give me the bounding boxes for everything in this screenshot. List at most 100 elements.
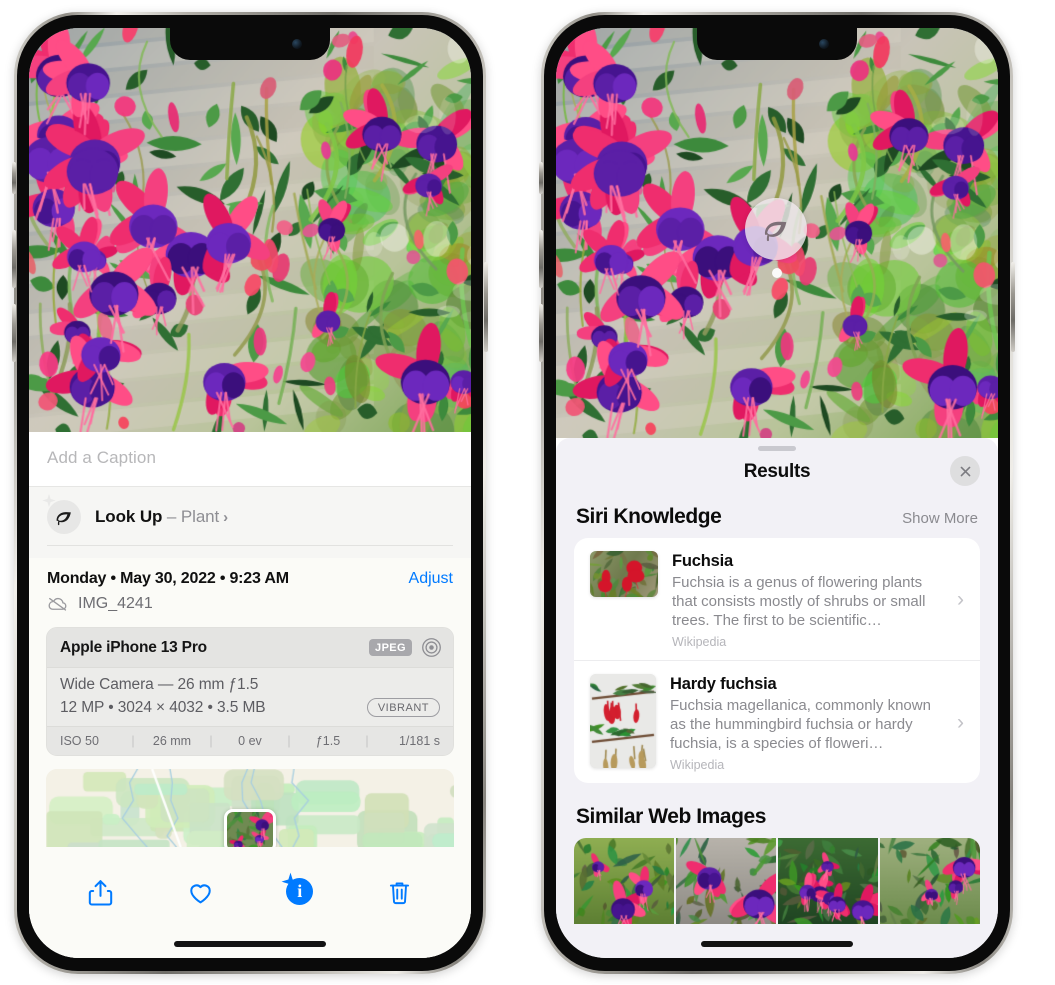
phone-bezel-left: Add a Caption Look Up – Plant › Monday •… (17, 15, 483, 971)
section-title-siri-knowledge: Siri Knowledge (576, 505, 722, 528)
knowledge-item-source: Wikipedia (670, 758, 725, 773)
leaf-icon (42, 493, 81, 534)
adjust-button[interactable]: Adjust (409, 570, 453, 588)
screen-right: Results Siri Knowledge Show More Fuchsia… (556, 28, 998, 958)
knowledge-item-title: Hardy fuchsia (670, 675, 777, 694)
knowledge-item-description: Fuchsia is a genus of flowering plants t… (672, 574, 926, 630)
similar-web-images-grid[interactable] (574, 838, 980, 925)
screenshot-root: Add a Caption Look Up – Plant › Monday •… (0, 0, 1055, 985)
siri-knowledge-card: Fuchsia Fuchsia is a genus of flowering … (574, 538, 980, 784)
results-header: Results (556, 451, 998, 486)
photographic-style-badge: VIBRANT (366, 698, 440, 717)
exif-device-name: Apple iPhone 13 Pro (60, 638, 207, 656)
photo-filename: IMG_4241 (78, 595, 153, 612)
look-up-title: Look Up (95, 507, 163, 526)
web-image-3[interactable] (778, 838, 878, 925)
notch-right (697, 28, 857, 60)
knowledge-item-fuchsia[interactable]: Fuchsia Fuchsia is a genus of flowering … (574, 538, 980, 660)
exif-body: Wide Camera — 26 mm ƒ1.5 12 MP • 3024 × … (47, 668, 453, 726)
notch-left (170, 28, 330, 60)
results-title: Results (743, 461, 811, 482)
siri-knowledge-header: Siri Knowledge Show More (556, 483, 998, 538)
sparkle-icon (281, 872, 300, 891)
exif-exposure-value: 0 ev (238, 734, 262, 748)
fuchsia-red-flowers-thumb (590, 551, 658, 597)
close-button[interactable] (950, 456, 980, 486)
exif-iso: ISO 50 (60, 734, 99, 748)
exif-settings-row: ISO 50 | 26 mm | 0 ev | ƒ1.5 | 1/181 s (47, 726, 453, 755)
show-more-button[interactable]: Show More (902, 510, 978, 527)
exif-card[interactable]: Apple iPhone 13 Pro JPEG Wide Camera — 2… (46, 627, 454, 756)
exif-lens-line: Wide Camera — 26 mm ƒ1.5 (60, 676, 259, 693)
volume-up-button[interactable] (539, 230, 543, 288)
exif-focal-length: 26 mm (152, 734, 192, 748)
chevron-right-icon: › (957, 711, 964, 735)
knowledge-item-title: Fuchsia (672, 552, 733, 570)
photo-metadata-block: Monday • May 30, 2022 • 9:23 AM Adjust I… (29, 558, 471, 613)
web-image-4[interactable] (880, 838, 980, 925)
look-up-row[interactable]: Look Up – Plant › (42, 493, 453, 534)
volume-down-button[interactable] (12, 304, 16, 362)
share-button[interactable] (87, 878, 114, 908)
look-up-label: Look Up – Plant › (95, 507, 228, 527)
chevron-right-icon: › (223, 509, 229, 526)
phone-device-right: Results Siri Knowledge Show More Fuchsia… (539, 12, 1015, 974)
trash-icon (389, 882, 409, 905)
exif-header: Apple iPhone 13 Pro JPEG (47, 628, 453, 668)
sparkle-icon (42, 493, 56, 508)
phone-device-left: Add a Caption Look Up – Plant › Monday •… (12, 12, 488, 974)
exif-shutter-speed: 1/181 s (398, 734, 440, 748)
location-map[interactable] (46, 769, 454, 847)
front-camera-icon (292, 39, 302, 49)
metadata-date-row: Monday • May 30, 2022 • 9:23 AM Adjust (47, 570, 453, 588)
look-up-separator: – (162, 507, 181, 526)
knowledge-item-body: Hardy fuchsia Fuchsia magellanica, commo… (670, 674, 943, 772)
exif-specs-row: 12 MP • 3024 × 4032 • 3.5 MB VIBRANT (60, 698, 440, 717)
exif-header-badges: JPEG (369, 637, 442, 658)
visual-look-up-badge[interactable] (745, 198, 807, 260)
visual-look-up-anchor-dot (772, 268, 782, 278)
metadata-filename-row: IMG_4241 (47, 595, 453, 613)
web-image-2[interactable] (676, 838, 776, 925)
format-badge: JPEG (369, 639, 412, 656)
delete-button[interactable] (386, 878, 413, 908)
results-sheet: Results Siri Knowledge Show More Fuchsia… (556, 438, 998, 958)
photo-viewer-left[interactable] (29, 28, 471, 432)
aperture-icon (422, 638, 441, 657)
photo-location-pin[interactable] (224, 809, 276, 847)
knowledge-item-hardy-fuchsia[interactable]: Hardy fuchsia Fuchsia magellanica, commo… (574, 660, 980, 783)
knowledge-item-body: Fuchsia Fuchsia is a genus of flowering … (672, 551, 943, 649)
exif-aperture: ƒ1.5 (315, 734, 341, 748)
volume-down-button[interactable] (539, 304, 543, 362)
volume-up-button[interactable] (12, 230, 16, 288)
power-button[interactable] (484, 262, 488, 352)
mute-switch[interactable] (12, 162, 16, 194)
look-up-block: Look Up – Plant › (29, 487, 471, 558)
exif-divider: | (131, 734, 135, 748)
caption-input[interactable]: Add a Caption (47, 448, 453, 468)
screen-left: Add a Caption Look Up – Plant › Monday •… (29, 28, 471, 958)
close-icon (960, 466, 970, 476)
caption-field-row[interactable]: Add a Caption (29, 432, 471, 487)
leaf-icon (764, 221, 787, 242)
exif-specs-line: 12 MP • 3024 × 4032 • 3.5 MB (60, 698, 266, 716)
photo-date: Monday • May 30, 2022 • 9:23 AM (47, 570, 289, 587)
chevron-right-icon: › (957, 588, 964, 612)
favorite-button[interactable] (187, 878, 214, 908)
icloud-slash-icon (48, 597, 67, 611)
look-up-subject: Plant (180, 507, 220, 526)
front-camera-icon (819, 39, 829, 49)
hardy-fuchsia-specimen-thumb (590, 674, 656, 769)
mute-switch[interactable] (539, 162, 543, 194)
exif-divider: | (365, 734, 369, 748)
info-button[interactable]: i (281, 872, 314, 905)
knowledge-item-source: Wikipedia (672, 635, 727, 650)
section-title-similar-web-images: Similar Web Images (576, 805, 766, 829)
knowledge-item-description: Fuchsia magellanica, commonly known as t… (670, 697, 931, 753)
exif-divider: | (287, 734, 291, 748)
home-indicator[interactable] (701, 941, 853, 947)
share-icon (89, 880, 113, 906)
home-indicator[interactable] (174, 941, 326, 947)
web-image-1[interactable] (574, 838, 674, 925)
power-button[interactable] (1011, 262, 1015, 352)
